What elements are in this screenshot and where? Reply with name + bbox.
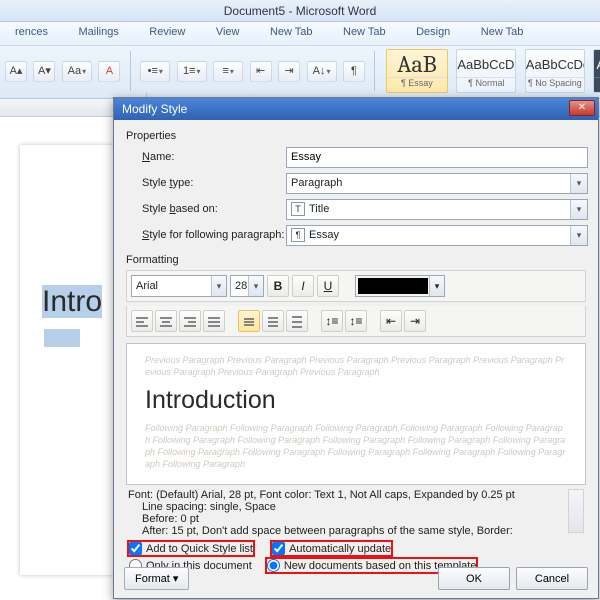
scrollbar[interactable] [568,489,584,533]
formatting-group-label: Formatting [126,254,588,266]
format-toolbar: Arial▾ 28▾ B I U ▾ [126,270,586,302]
preview-sample-text: Introduction [145,384,567,418]
name-input[interactable] [286,147,588,168]
tab-design[interactable]: Design [403,22,463,42]
tab-mailings[interactable]: Mailings [65,22,131,42]
indent-button[interactable]: ⇥ [278,61,300,82]
ribbon-tabs: rences Mailings Review View New Tab New … [0,22,600,46]
style-nospacing[interactable]: AaBbCcDdI¶ No Spacing [525,49,585,93]
space-before-dec-button[interactable]: ↕≡ [345,310,367,332]
font-select[interactable]: Arial▾ [131,275,227,297]
font-color-swatch[interactable]: ▾ [355,275,445,297]
app-titlebar: Document5 - Microsoft Word [0,0,600,22]
ribbon: A▴ A▾ Aa A •≡ 1≡ ≡ ⇤ ⇥ A↓ ¶ AaB¶ Essay A… [0,46,600,99]
document-text[interactable]: Intro [42,285,102,319]
align-right-button[interactable] [179,310,201,332]
properties-group-label: Properties [126,130,588,142]
style-type-combo[interactable]: Paragraph▾ [286,173,588,194]
format-toolbar-row2: ↕≡ ↕≡ ⇤ ⇥ [126,306,586,337]
based-on-label: Style based on: [142,203,286,215]
selection-handle [44,329,80,347]
tab-review[interactable]: Review [136,22,198,42]
tab-newtab-1[interactable]: New Tab [257,22,326,42]
numbering-button[interactable]: 1≡ [177,61,207,82]
chevron-down-icon[interactable]: ▾ [211,276,226,296]
dedent-button[interactable]: ⇤ [250,61,272,82]
auto-update-check[interactable]: Automatically update [271,541,392,556]
space-before-inc-button[interactable]: ↕≡ [321,310,343,332]
name-label: Name: [142,151,286,163]
change-case-button[interactable]: Aa [62,61,92,82]
spacing-2-button[interactable] [286,310,308,332]
para-style-icon: ¶ [291,228,305,242]
add-quick-style-check[interactable]: Add to Quick Style list [128,541,254,556]
dialog-title: Modify Style [122,102,187,116]
style-type-label: Style type: [142,177,286,189]
document-page[interactable]: Intro [20,145,115,575]
following-label: Style for following paragraph: [142,229,286,241]
based-on-combo[interactable]: TTitle▾ [286,199,588,220]
dialog-titlebar[interactable]: Modify Style ✕ [114,98,598,120]
preview-pane: Previous Paragraph Previous Paragraph Pr… [126,343,586,485]
modify-style-dialog: Modify Style ✕ Properties Name: Style ty… [113,97,599,599]
spacing-1-5-button[interactable] [262,310,284,332]
show-marks-button[interactable]: ¶ [343,61,365,82]
indent-inc-button[interactable]: ⇥ [404,310,426,332]
tab-newtab-3[interactable]: New Tab [468,22,537,42]
sort-button[interactable]: A↓ [307,61,337,82]
shrink-font-button[interactable]: A▾ [33,61,55,82]
clear-format-button[interactable]: A [98,61,120,82]
cancel-button[interactable]: Cancel [516,567,588,590]
chevron-down-icon[interactable]: ▾ [570,226,587,245]
style-description: Font: (Default) Arial, 28 pt, Font color… [128,489,584,537]
style-heading1[interactable]: AABBCCHeading 1 [593,49,600,93]
indent-dec-button[interactable]: ⇤ [380,310,402,332]
title-style-icon: T [291,202,305,216]
align-center-button[interactable] [155,310,177,332]
justify-button[interactable] [203,310,225,332]
chevron-down-icon[interactable]: ▾ [570,200,587,219]
size-select[interactable]: 28▾ [230,275,264,297]
spacing-1-button[interactable] [238,310,260,332]
grow-font-button[interactable]: A▴ [5,61,27,82]
following-combo[interactable]: ¶Essay▾ [286,225,588,246]
tab-newtab-2[interactable]: New Tab [330,22,399,42]
italic-button[interactable]: I [292,275,314,297]
ok-button[interactable]: OK [438,567,510,590]
tab-references[interactable]: rences [2,22,61,42]
bold-button[interactable]: B [267,275,289,297]
multilevel-button[interactable]: ≡ [213,61,243,82]
tab-view[interactable]: View [203,22,253,42]
underline-button[interactable]: U [317,275,339,297]
format-menu-button[interactable]: Format ▾ [124,567,189,590]
chevron-down-icon[interactable]: ▾ [570,174,587,193]
style-essay[interactable]: AaB¶ Essay [386,49,448,93]
close-icon[interactable]: ✕ [569,100,595,116]
style-normal[interactable]: AaBbCcDdI¶ Normal [456,49,516,93]
chevron-down-icon[interactable]: ▾ [429,276,444,296]
align-left-button[interactable] [131,310,153,332]
chevron-down-icon[interactable]: ▾ [248,276,263,296]
bullets-button[interactable]: •≡ [140,61,170,82]
